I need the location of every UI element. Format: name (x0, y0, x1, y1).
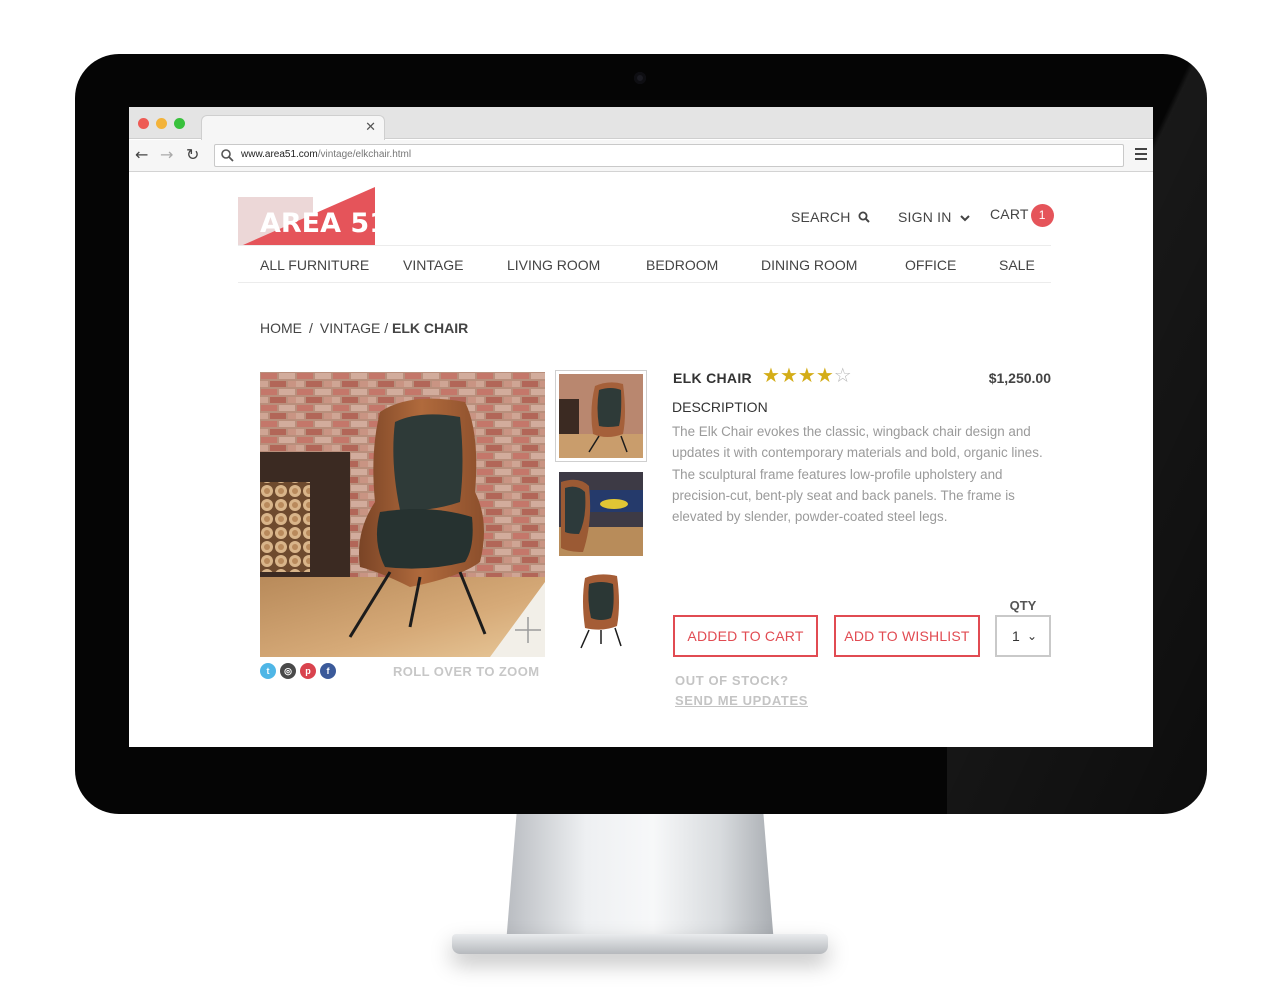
window-close-button[interactable] (138, 118, 149, 129)
breadcrumb: HOME / VINTAGE / ELK CHAIR (260, 320, 468, 336)
search-label: SEARCH (791, 209, 851, 225)
forward-arrow-icon[interactable]: → (160, 146, 173, 164)
nav-divider (238, 282, 1051, 283)
nav-all-furniture[interactable]: ALL FURNITURE (260, 257, 369, 273)
add-to-wishlist-button[interactable]: ADD TO WISHLIST (834, 615, 980, 657)
url-text: www.area51.com/vintage/elkchair.html (241, 149, 412, 160)
added-to-cart-button[interactable]: ADDED TO CART (673, 615, 818, 657)
elk-chair-photo (260, 372, 545, 657)
area51-logo[interactable]: AREA 51 (238, 187, 375, 245)
monitor-stand-base (452, 934, 828, 954)
breadcrumb-vintage[interactable]: VINTAGE (320, 320, 380, 336)
chair-side-thumbnail-image (559, 570, 643, 654)
out-of-stock-text: OUT OF STOCK? (675, 673, 789, 688)
web-page: AREA 51 SEARCH SIGN IN CART1 ALL FURNITU… (129, 173, 1153, 747)
chevron-down-icon: ⌄ (1026, 629, 1037, 643)
breadcrumb-home[interactable]: HOME (260, 320, 302, 336)
thumbnail-2[interactable] (559, 472, 643, 556)
browser-tab-bar: ✕ (129, 107, 1153, 140)
screen: ✕ ← → ↻ www.area51.com/vintage/elkchair.… (129, 107, 1153, 747)
nav-bedroom[interactable]: BEDROOM (646, 257, 718, 273)
star-filled-icon: ★ (815, 363, 834, 387)
star-filled-icon: ★ (779, 363, 798, 387)
instagram-icon[interactable]: ◎ (280, 663, 296, 679)
star-empty-icon: ☆ (833, 363, 852, 387)
product-price: $1,250.00 (988, 370, 1051, 386)
cart-label: CART (990, 206, 1029, 223)
browser-toolbar: ← → ↻ www.area51.com/vintage/elkchair.ht… (129, 140, 1153, 172)
breadcrumb-separator: / (309, 320, 313, 336)
browser-menu-icon[interactable] (1135, 148, 1147, 160)
browser-tab[interactable]: ✕ (201, 115, 385, 140)
living-room-thumbnail-image (559, 472, 643, 556)
star-filled-icon: ★ (762, 363, 780, 387)
cart-button[interactable]: CART 1 (990, 204, 1054, 227)
description-heading: DESCRIPTION (672, 399, 768, 415)
product-title: ELK CHAIR (673, 370, 752, 386)
thumbnail-1[interactable] (555, 370, 647, 462)
pinterest-icon[interactable]: p (300, 663, 316, 679)
chevron-down-icon (959, 215, 970, 222)
nav-living-room[interactable]: LIVING ROOM (507, 257, 600, 273)
nav-dining-room[interactable]: DINING ROOM (761, 257, 857, 273)
address-bar[interactable]: www.area51.com/vintage/elkchair.html (214, 144, 1124, 167)
nav-vintage[interactable]: VINTAGE (403, 257, 463, 273)
cart-count-badge: 1 (1030, 204, 1054, 227)
send-updates-link[interactable]: SEND ME UPDATES (675, 693, 808, 708)
window-minimize-button[interactable] (156, 118, 167, 129)
monitor-stand (506, 812, 774, 944)
thumbnail-3[interactable] (559, 570, 643, 654)
back-arrow-icon[interactable]: ← (135, 146, 148, 164)
nav-office[interactable]: OFFICE (905, 257, 956, 273)
webcam-icon (634, 72, 646, 84)
quantity-select[interactable]: 1 ⌄ (995, 615, 1051, 657)
sign-in-label: SIGN IN (898, 209, 952, 225)
window-maximize-button[interactable] (174, 118, 185, 129)
qty-label: QTY (1009, 598, 1037, 613)
search-icon (858, 211, 870, 223)
search-button[interactable]: SEARCH (791, 209, 870, 225)
reload-icon[interactable]: ↻ (186, 146, 199, 164)
close-tab-icon[interactable]: ✕ (365, 119, 376, 135)
zoom-hint: ROLL OVER TO ZOOM (393, 664, 540, 679)
quantity-value: 1 (1012, 628, 1020, 644)
sign-in-dropdown[interactable]: SIGN IN (898, 209, 970, 225)
product-description: The Elk Chair evokes the classic, wingba… (672, 424, 1043, 525)
product-main-image[interactable] (260, 372, 545, 657)
twitter-icon[interactable]: t (260, 663, 276, 679)
chair-thumbnail-image (559, 374, 643, 458)
header-divider (238, 245, 1051, 246)
breadcrumb-separator: / (384, 320, 389, 336)
star-filled-icon: ★ (797, 363, 816, 387)
category-nav: ALL FURNITURE VINTAGE LIVING ROOM BEDROO… (238, 257, 1051, 281)
logo-text: AREA 51 (260, 208, 375, 239)
rating-stars: ★★★★☆ (762, 363, 852, 387)
nav-sale[interactable]: SALE (999, 257, 1035, 273)
facebook-icon[interactable]: f (320, 663, 336, 679)
breadcrumb-current: ELK CHAIR (391, 320, 469, 336)
search-icon (221, 149, 234, 162)
